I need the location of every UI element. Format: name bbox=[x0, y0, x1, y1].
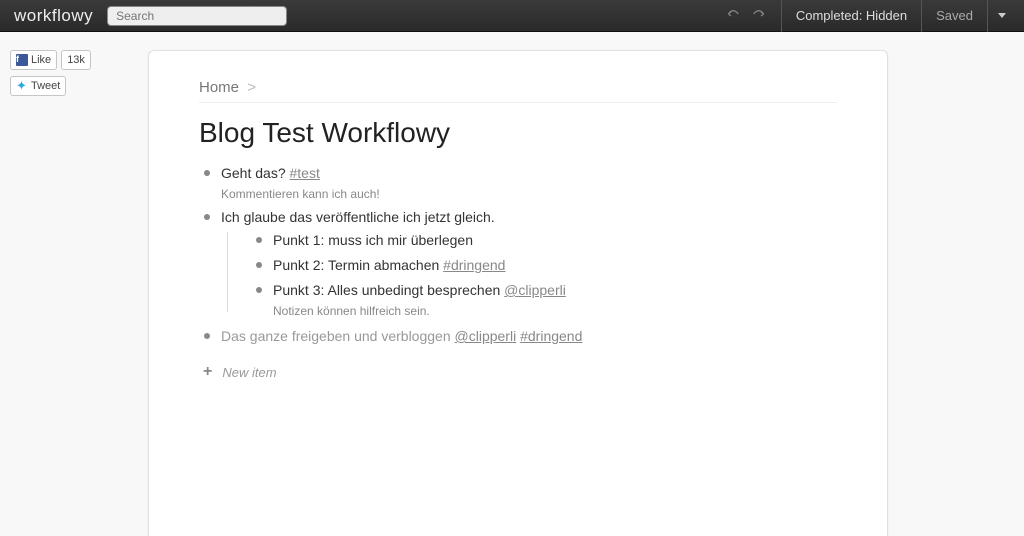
list-item[interactable]: Punkt 3: Alles unbedingt besprechen @cli… bbox=[251, 278, 837, 322]
search-input[interactable] bbox=[107, 6, 287, 26]
outline-tree: Geht das? #test Kommentieren kann ich au… bbox=[199, 161, 837, 349]
list-item[interactable]: Geht das? #test Kommentieren kann ich au… bbox=[199, 161, 837, 205]
item-text: Geht das? bbox=[221, 165, 290, 181]
brand-logo[interactable]: workflowy bbox=[8, 6, 107, 26]
new-item-button[interactable]: + New item bbox=[199, 363, 837, 381]
twitter-icon: ✦ bbox=[16, 80, 28, 92]
mention[interactable]: @clipperli bbox=[504, 282, 566, 298]
completed-toggle-button[interactable]: Completed: Hidden bbox=[781, 0, 921, 32]
facebook-icon: f bbox=[16, 54, 28, 66]
undo-icon[interactable] bbox=[725, 8, 741, 23]
item-text: Punkt 1: muss ich mir überlegen bbox=[273, 232, 473, 248]
item-text: Das ganze freigeben und verbloggen bbox=[221, 328, 455, 344]
item-text: Punkt 2: Termin abmachen bbox=[273, 257, 443, 273]
plus-icon: + bbox=[203, 363, 212, 381]
tweet-button[interactable]: ✦ Tweet bbox=[10, 76, 66, 96]
item-note[interactable]: Notizen können hilfreich sein. bbox=[273, 302, 837, 320]
like-count-badge: 13k bbox=[61, 50, 91, 70]
like-label: Like bbox=[31, 54, 51, 66]
document-card: Home > Blog Test Workflowy Geht das? #te… bbox=[148, 50, 888, 536]
list-item[interactable]: Punkt 2: Termin abmachen #dringend bbox=[251, 253, 837, 278]
breadcrumb: Home > bbox=[199, 79, 837, 103]
redo-icon[interactable] bbox=[751, 8, 767, 23]
new-item-label: New item bbox=[222, 365, 276, 380]
item-text: Ich glaube das veröffentliche ich jetzt … bbox=[221, 209, 495, 225]
page-title[interactable]: Blog Test Workflowy bbox=[199, 117, 837, 149]
topbar: workflowy Completed: Hidden Saved bbox=[0, 0, 1024, 32]
chevron-down-icon bbox=[998, 13, 1006, 18]
hashtag[interactable]: #dringend bbox=[443, 257, 505, 273]
saved-status: Saved bbox=[921, 0, 987, 32]
list-item[interactable]: Punkt 1: muss ich mir überlegen bbox=[251, 228, 837, 253]
item-text: Punkt 3: Alles unbedingt besprechen bbox=[273, 282, 504, 298]
breadcrumb-separator: > bbox=[247, 79, 256, 96]
hashtag[interactable]: #dringend bbox=[520, 328, 582, 344]
mention[interactable]: @clipperli bbox=[455, 328, 517, 344]
breadcrumb-home[interactable]: Home bbox=[199, 79, 239, 96]
undo-redo-group bbox=[711, 8, 781, 23]
hashtag[interactable]: #test bbox=[290, 165, 320, 181]
menu-dropdown-button[interactable] bbox=[987, 0, 1016, 32]
tweet-label: Tweet bbox=[31, 80, 60, 92]
list-item[interactable]: Das ganze freigeben und verbloggen @clip… bbox=[199, 324, 837, 349]
facebook-like-button[interactable]: f Like bbox=[10, 50, 57, 70]
item-note[interactable]: Kommentieren kann ich auch! bbox=[221, 185, 837, 203]
social-sidebar: f Like 13k ✦ Tweet bbox=[0, 32, 110, 536]
list-item[interactable]: Ich glaube das veröffentliche ich jetzt … bbox=[199, 205, 837, 324]
